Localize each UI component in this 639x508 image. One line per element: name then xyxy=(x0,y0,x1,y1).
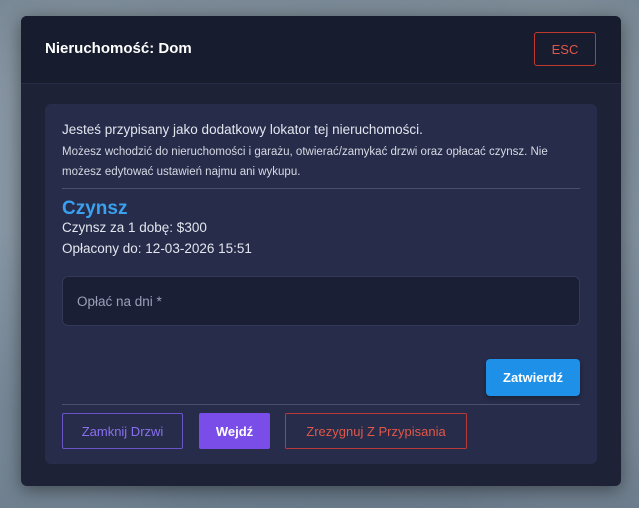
close-door-button[interactable]: Zamknij Drzwi xyxy=(62,413,183,449)
modal-title: Nieruchomość: Dom xyxy=(45,40,192,57)
confirm-button[interactable]: Zatwierdź xyxy=(486,359,580,396)
divider xyxy=(62,188,580,189)
enter-button[interactable]: Wejdź xyxy=(199,413,270,449)
pay-days-input[interactable] xyxy=(62,276,580,326)
rent-price-text: Czynsz za 1 dobę: $300 xyxy=(62,220,207,235)
divider xyxy=(62,404,580,405)
rent-section-title: Czynsz xyxy=(62,198,128,219)
esc-button[interactable]: ESC xyxy=(534,32,596,66)
property-card: Jesteś przypisany jako dodatkowy lokator… xyxy=(45,104,597,464)
rent-paid-until-text: Opłacony do: 12-03-2026 15:51 xyxy=(62,241,252,256)
property-modal: Nieruchomość: Dom ESC Jesteś przypisany … xyxy=(21,16,621,486)
tenant-info-text: Jesteś przypisany jako dodatkowy lokator… xyxy=(62,122,423,137)
tenant-permissions-text: Możesz wchodzić do nieruchomości i garaż… xyxy=(62,146,548,178)
resign-assignment-button[interactable]: Zrezygnuj Z Przypisania xyxy=(285,413,467,449)
modal-header: Nieruchomość: Dom ESC xyxy=(21,16,621,84)
